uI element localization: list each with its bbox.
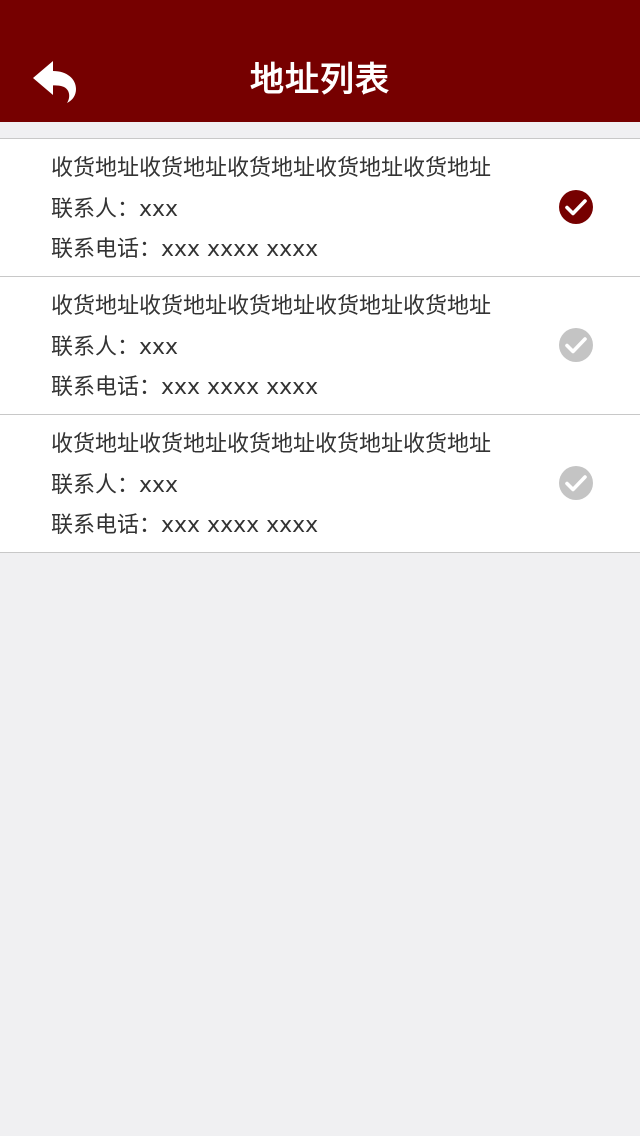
check-circle-icon[interactable] bbox=[559, 328, 593, 362]
checkmark-icon bbox=[565, 199, 587, 216]
address-item[interactable]: 收货地址收货地址收货地址收货地址收货地址 联系人：xxx 联系电话：xxx xx… bbox=[0, 277, 640, 415]
contact-phone: 联系电话：xxx xxxx xxxx bbox=[51, 513, 319, 538]
contact-name: 联系人：xxx bbox=[51, 197, 179, 222]
checkmark-icon bbox=[565, 475, 587, 492]
check-circle-icon[interactable] bbox=[559, 466, 593, 500]
contact-name: 联系人：xxx bbox=[51, 335, 179, 360]
page-title: 地址列表 bbox=[250, 60, 390, 100]
address-text: 收货地址收货地址收货地址收货地址收货地址 bbox=[51, 432, 492, 457]
contact-phone: 联系电话：xxx xxxx xxxx bbox=[51, 375, 319, 400]
header-bar: 地址列表 bbox=[0, 0, 640, 122]
contact-phone: 联系电话：xxx xxxx xxxx bbox=[51, 237, 319, 262]
check-circle-icon[interactable] bbox=[559, 190, 593, 224]
address-text: 收货地址收货地址收货地址收货地址收货地址 bbox=[51, 294, 492, 319]
address-list: 收货地址收货地址收货地址收货地址收货地址 联系人：xxx 联系电话：xxx xx… bbox=[0, 138, 640, 553]
address-item[interactable]: 收货地址收货地址收货地址收货地址收货地址 联系人：xxx 联系电话：xxx xx… bbox=[0, 139, 640, 277]
address-item[interactable]: 收货地址收货地址收货地址收货地址收货地址 联系人：xxx 联系电话：xxx xx… bbox=[0, 415, 640, 553]
contact-name: 联系人：xxx bbox=[51, 473, 179, 498]
checkmark-icon bbox=[565, 337, 587, 354]
address-text: 收货地址收货地址收货地址收货地址收货地址 bbox=[51, 156, 492, 181]
